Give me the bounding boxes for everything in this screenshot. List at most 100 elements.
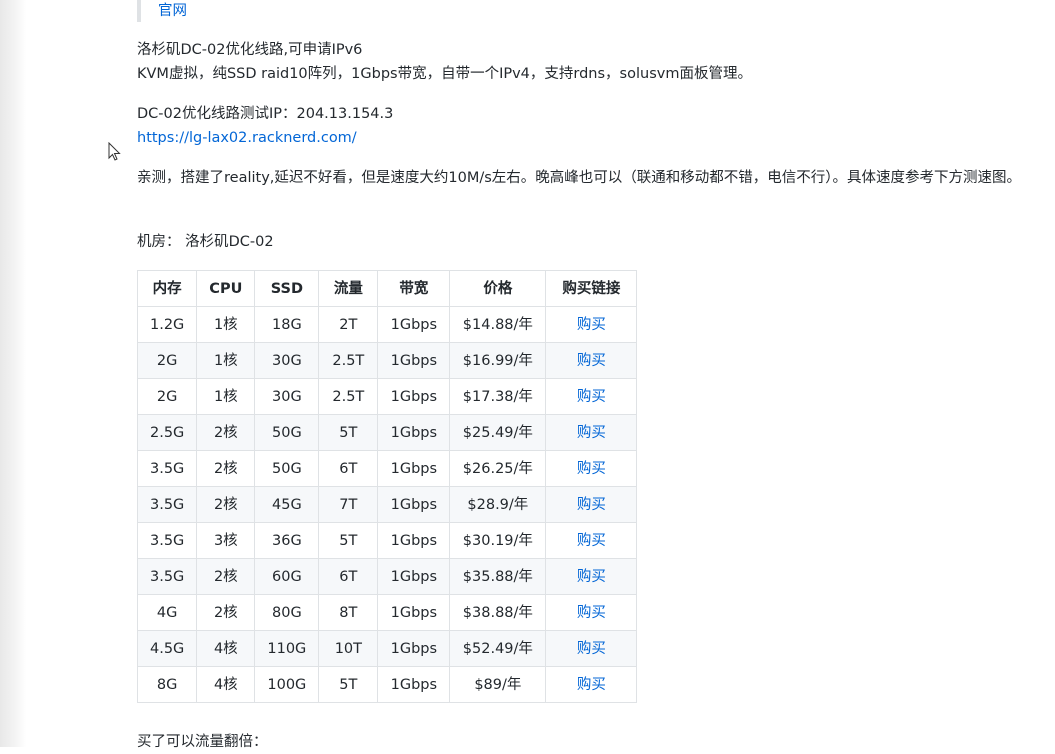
table-cell: 30G bbox=[254, 342, 320, 379]
table-cell: 1Gbps bbox=[377, 342, 451, 379]
table-cell: 1核 bbox=[196, 378, 256, 415]
table-cell: 3.5G bbox=[136, 558, 198, 595]
table-row: 3.5G 3核 36G 5T 1Gbps $30.19/年 购买 bbox=[136, 522, 638, 559]
table-cell: 110G bbox=[254, 630, 320, 667]
table-cell: 10T bbox=[318, 630, 379, 667]
table-cell: 1Gbps bbox=[377, 558, 451, 595]
buy-link[interactable]: 购买 bbox=[577, 317, 606, 333]
buy-link[interactable]: 购买 bbox=[577, 353, 606, 369]
footer-text: 买了可以流量翻倍： bbox=[137, 734, 268, 750]
table-cell: 2核 bbox=[196, 414, 256, 451]
table-cell: $25.49/年 bbox=[449, 414, 547, 451]
column-header: 流量 bbox=[318, 270, 379, 307]
table-cell: $26.25/年 bbox=[449, 450, 547, 487]
table-row: 1.2G 1核 18G 2T 1Gbps $14.88/年 购买 bbox=[136, 306, 638, 343]
table-cell: 4核 bbox=[196, 630, 256, 667]
buy-link-cell: 购买 bbox=[545, 342, 638, 379]
table-cell: 2核 bbox=[196, 486, 256, 523]
buy-link-cell: 购买 bbox=[545, 306, 638, 343]
buy-link-cell: 购买 bbox=[545, 486, 638, 523]
table-cell: $52.49/年 bbox=[449, 630, 547, 667]
table-row: 3.5G 2核 60G 6T 1Gbps $35.88/年 购买 bbox=[136, 558, 638, 595]
table-cell: 2核 bbox=[196, 450, 256, 487]
table-cell: 7T bbox=[318, 486, 379, 523]
official-site-quote: 官网 bbox=[137, 0, 187, 22]
table-cell: 3.5G bbox=[136, 486, 198, 523]
buy-link-cell: 购买 bbox=[545, 378, 638, 415]
table-cell: 5T bbox=[318, 414, 379, 451]
table-row: 4.5G 4核 110G 10T 1Gbps $52.49/年 购买 bbox=[136, 630, 638, 667]
table-cell: 5T bbox=[318, 522, 379, 559]
column-header: SSD bbox=[254, 270, 320, 307]
table-cell: 1Gbps bbox=[377, 594, 451, 631]
table-row: 3.5G 2核 45G 7T 1Gbps $28.9/年 购买 bbox=[136, 486, 638, 523]
table-cell: 4.5G bbox=[136, 630, 198, 667]
column-header: 内存 bbox=[136, 270, 198, 307]
table-cell: 1.2G bbox=[136, 306, 198, 343]
table-cell: $17.38/年 bbox=[449, 378, 547, 415]
table-cell: 18G bbox=[254, 306, 320, 343]
table-cell: 2G bbox=[136, 342, 198, 379]
table-row: 3.5G 2核 50G 6T 1Gbps $26.25/年 购买 bbox=[136, 450, 638, 487]
buy-link[interactable]: 购买 bbox=[577, 605, 606, 621]
buy-link-cell: 购买 bbox=[545, 630, 638, 667]
table-cell: 2T bbox=[318, 306, 379, 343]
table-cell: 1Gbps bbox=[377, 522, 451, 559]
table-cell: 4核 bbox=[196, 666, 256, 703]
buy-link[interactable]: 购买 bbox=[577, 641, 606, 657]
table-cell: 2.5G bbox=[136, 414, 198, 451]
table-cell: $14.88/年 bbox=[449, 306, 547, 343]
datacenter-label: 机房： 洛杉矶DC-02 bbox=[137, 234, 274, 250]
mouse-cursor-icon bbox=[108, 142, 121, 161]
review-text: 亲测，搭建了reality,延迟不好看，但是速度大约10M/s左右。晚高峰也可以… bbox=[137, 170, 1022, 186]
table-cell: $89/年 bbox=[449, 666, 547, 703]
table-cell: 50G bbox=[254, 414, 320, 451]
table-cell: 45G bbox=[254, 486, 320, 523]
table-cell: 8G bbox=[136, 666, 198, 703]
table-row: 2G 1核 30G 2.5T 1Gbps $17.38/年 购买 bbox=[136, 378, 638, 415]
table-cell: $30.19/年 bbox=[449, 522, 547, 559]
buy-link[interactable]: 购买 bbox=[577, 569, 606, 585]
table-row: 2G 1核 30G 2.5T 1Gbps $16.99/年 购买 bbox=[136, 342, 638, 379]
buy-link[interactable]: 购买 bbox=[577, 425, 606, 441]
buy-link-cell: 购买 bbox=[545, 414, 638, 451]
table-cell: 2G bbox=[136, 378, 198, 415]
buy-link[interactable]: 购买 bbox=[577, 497, 606, 513]
buy-link[interactable]: 购买 bbox=[577, 677, 606, 693]
intro-line-1: 洛杉矶DC-02优化线路,可申请IPv6 bbox=[137, 42, 363, 58]
buy-link[interactable]: 购买 bbox=[577, 533, 606, 549]
table-cell: 6T bbox=[318, 558, 379, 595]
table-cell: 1Gbps bbox=[377, 486, 451, 523]
buy-link[interactable]: 购买 bbox=[577, 461, 606, 477]
buy-link-cell: 购买 bbox=[545, 558, 638, 595]
table-cell: 80G bbox=[254, 594, 320, 631]
buy-link-cell: 购买 bbox=[545, 594, 638, 631]
table-cell: 3.5G bbox=[136, 450, 198, 487]
table-cell: 4G bbox=[136, 594, 198, 631]
table-cell: 1Gbps bbox=[377, 450, 451, 487]
table-cell: 5T bbox=[318, 666, 379, 703]
table-cell: 2核 bbox=[196, 558, 256, 595]
column-header: 购买链接 bbox=[545, 270, 638, 307]
column-header: 价格 bbox=[449, 270, 547, 307]
table-cell: 3核 bbox=[196, 522, 256, 559]
table-cell: $28.9/年 bbox=[449, 486, 547, 523]
table-row: 4G 2核 80G 8T 1Gbps $38.88/年 购买 bbox=[136, 594, 638, 631]
buy-link[interactable]: 购买 bbox=[577, 389, 606, 405]
table-cell: 1Gbps bbox=[377, 414, 451, 451]
buy-link-cell: 购买 bbox=[545, 450, 638, 487]
column-header: 带宽 bbox=[377, 270, 451, 307]
table-cell: 1Gbps bbox=[377, 378, 451, 415]
table-cell: 2核 bbox=[196, 594, 256, 631]
table-cell: $38.88/年 bbox=[449, 594, 547, 631]
table-cell: 1Gbps bbox=[377, 630, 451, 667]
table-cell: 60G bbox=[254, 558, 320, 595]
pricing-table: 内存 CPU SSD 流量 带宽 价格 购买链接 1.2G 1核 18G 2T 1Gbps $14.8… bbox=[136, 270, 638, 703]
test-url-link[interactable]: https://lg-lax02.racknerd.com/ bbox=[137, 130, 357, 146]
table-row: 2.5G 2核 50G 5T 1Gbps $25.49/年 购买 bbox=[136, 414, 638, 451]
official-site-link[interactable]: 官网 bbox=[158, 3, 187, 19]
table-cell: 1核 bbox=[196, 342, 256, 379]
table-cell: 30G bbox=[254, 378, 320, 415]
table-header-row: 内存 CPU SSD 流量 带宽 价格 购买链接 bbox=[136, 270, 638, 307]
table-cell: $35.88/年 bbox=[449, 558, 547, 595]
